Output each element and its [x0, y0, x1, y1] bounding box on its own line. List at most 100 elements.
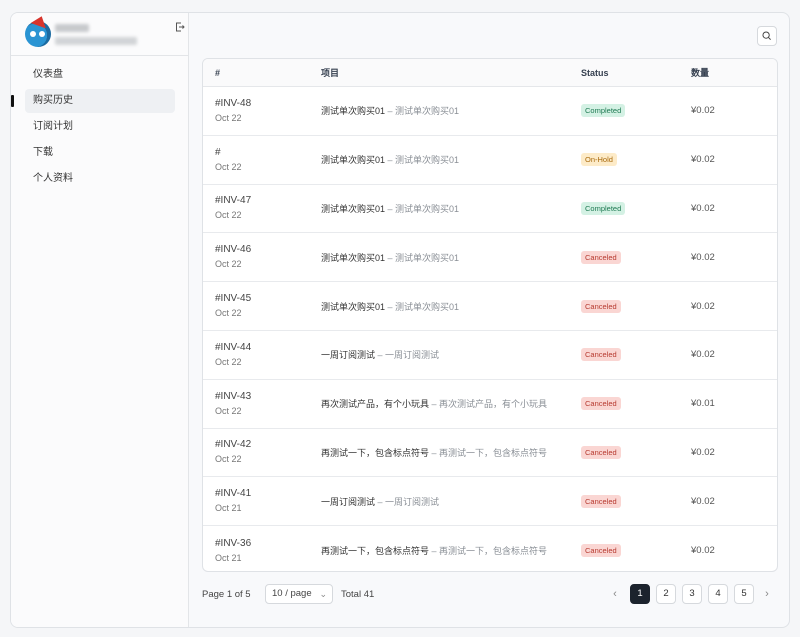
invoice-date: Oct 22 [215, 161, 242, 172]
sidebar-item-profile[interactable]: 个人资料 [25, 167, 175, 191]
table-row[interactable]: #INV-48 Oct 22 测试单次购买01 – 测试单次购买01 Complete… [203, 87, 777, 136]
invoice-number[interactable]: #INV-36 [215, 536, 307, 551]
table-row[interactable]: #INV-44 Oct 22 一周订阅测试 – 一周订阅测试 Canceled ¥0.0… [203, 331, 777, 380]
amount-cell: ¥0.02 [691, 349, 715, 361]
invoice-cell: #INV-43 Oct 22 [203, 389, 307, 419]
status-badge: Canceled [581, 544, 621, 558]
invoice-date: Oct 21 [215, 503, 242, 514]
status-badge: On-Hold [581, 153, 617, 167]
logout-icon[interactable] [175, 22, 185, 32]
avatar[interactable] [25, 13, 51, 47]
invoice-number[interactable]: #INV-48 [215, 96, 307, 111]
invoice-number[interactable]: #INV-41 [215, 486, 307, 501]
chevron-right-icon[interactable]: › [760, 584, 774, 604]
search-button[interactable] [757, 26, 777, 46]
invoice-date: Oct 22 [215, 259, 242, 270]
invoice-number[interactable]: #INV-44 [215, 340, 307, 355]
invoice-date: Oct 22 [215, 308, 242, 319]
status-cell: Completed [581, 201, 691, 215]
invoice-date: Oct 22 [215, 112, 242, 123]
table-body: #INV-48 Oct 22 测试单次购买01 – 测试单次购买01 Complete… [203, 87, 777, 571]
status-badge: Canceled [581, 445, 621, 459]
status-badge: Completed [581, 201, 626, 215]
invoice-number[interactable]: #INV-47 [215, 193, 307, 208]
invoice-date: Oct 22 [215, 356, 242, 367]
item-name: 一周订阅测试 [321, 350, 376, 361]
amount-cell: ¥0.01 [691, 398, 715, 410]
status-cell: Canceled [581, 250, 691, 264]
status-cell: Canceled [581, 299, 691, 313]
avatar-eye [39, 31, 45, 37]
item-name: 测试单次购买01 [321, 106, 386, 117]
table-row[interactable]: #INV-36 Oct 21 再测试一下，包含标点符号 – 再测试一下，包含标点符号… [203, 526, 777, 571]
total-count: Total 41 [341, 589, 375, 600]
table-row[interactable]: # Oct 22 测试单次购买01 – 测试单次购买01 On-Hold ¥0.02 [203, 136, 777, 185]
email-redacted [55, 37, 137, 45]
page-button-2[interactable]: 2 [656, 584, 676, 604]
item-cell: 测试单次购买01 – 测试单次购买01 [307, 104, 581, 117]
invoice-cell: #INV-41 Oct 21 [203, 486, 307, 516]
table-row[interactable]: #INV-45 Oct 22 测试单次购买01 – 测试单次购买01 Canceled… [203, 282, 777, 331]
table-row[interactable]: #INV-47 Oct 22 测试单次购买01 – 测试单次购买01 Complete… [203, 185, 777, 234]
page-button-5[interactable]: 5 [734, 584, 754, 604]
amount-cell: ¥0.02 [691, 545, 715, 557]
invoice-cell: #INV-47 Oct 22 [203, 193, 307, 223]
item-name: 测试单次购买01 [321, 203, 386, 214]
item-cell: 测试单次购买01 – 测试单次购买01 [307, 251, 581, 264]
item-variation: – 一周订阅测试 [375, 496, 440, 507]
item-cell: 一周订阅测试 – 一周订阅测试 [307, 348, 581, 361]
table-row[interactable]: #INV-46 Oct 22 测试单次购买01 – 测试单次购买01 Canceled… [203, 233, 777, 283]
item-name: 再次测试产品，有个小玩具 [321, 399, 430, 410]
per-page-value: 10 / page [272, 588, 312, 599]
per-page-select[interactable]: 10 / page ⌄ [265, 584, 333, 604]
invoice-number[interactable]: #INV-42 [215, 437, 307, 452]
table-row[interactable]: #INV-43 Oct 22 再次测试产品，有个小玩具 – 再次测试产品，有个小玩具… [203, 380, 777, 429]
invoice-date: Oct 21 [215, 552, 242, 563]
user-profile [11, 13, 189, 56]
item-cell: 测试单次购买01 – 测试单次购买01 [307, 202, 581, 215]
item-variation: – 再测试一下，包含标点符号 [429, 546, 548, 557]
page-button-1[interactable]: 1 [630, 584, 650, 604]
invoice-cell: #INV-44 Oct 22 [203, 340, 307, 370]
status-cell: Canceled [581, 445, 691, 459]
chevron-left-icon[interactable]: ‹ [608, 584, 622, 604]
invoice-date: Oct 22 [215, 405, 242, 416]
invoice-number[interactable]: # [215, 145, 307, 160]
item-variation: – 测试单次购买01 [385, 203, 460, 214]
status-cell: Canceled [581, 494, 691, 508]
username-redacted [55, 24, 89, 32]
item-cell: 再次测试产品，有个小玩具 – 再次测试产品，有个小玩具 [307, 397, 581, 410]
item-cell: 测试单次购买01 – 测试单次购买01 [307, 300, 581, 313]
item-name: 测试单次购买01 [321, 252, 386, 263]
item-cell: 一周订阅测试 – 一周订阅测试 [307, 495, 581, 508]
item-variation: – 测试单次购买01 [385, 252, 460, 263]
invoice-cell: #INV-46 Oct 22 [203, 242, 307, 272]
sidebar-item-purchase-history[interactable]: 购买历史 [11, 89, 175, 113]
invoice-date: Oct 22 [215, 210, 242, 221]
chevron-down-icon: ⌄ [319, 589, 327, 599]
header-item: 项目 [321, 68, 340, 78]
invoice-number[interactable]: #INV-45 [215, 291, 307, 306]
amount-cell: ¥0.02 [691, 202, 715, 214]
item-variation: – 测试单次购买01 [385, 106, 460, 117]
sidebar-item-downloads[interactable]: 下载 [25, 141, 175, 165]
sidebar-item-dashboard[interactable]: 仪表盘 [25, 63, 175, 87]
search-icon [762, 31, 771, 40]
amount-cell: ¥0.02 [691, 105, 715, 117]
table-row[interactable]: #INV-42 Oct 22 再测试一下，包含标点符号 – 再测试一下，包含标点符号… [203, 429, 777, 478]
table-row[interactable]: #INV-41 Oct 21 一周订阅测试 – 一周订阅测试 Canceled ¥0.0… [203, 477, 777, 527]
status-badge: Canceled [581, 299, 621, 313]
item-name: 再测试一下，包含标点符号 [321, 546, 430, 557]
invoice-cell: #INV-36 Oct 21 [203, 536, 307, 566]
item-name: 一周订阅测试 [321, 496, 376, 507]
item-variation: – 测试单次购买01 [385, 155, 460, 166]
item-variation: – 测试单次购买01 [385, 301, 460, 312]
page-button-3[interactable]: 3 [682, 584, 702, 604]
invoice-number[interactable]: #INV-46 [215, 242, 307, 257]
page-button-4[interactable]: 4 [708, 584, 728, 604]
amount-cell: ¥0.02 [691, 446, 715, 458]
invoice-number[interactable]: #INV-43 [215, 389, 307, 404]
sidebar-item-subscriptions[interactable]: 订阅计划 [25, 115, 175, 139]
item-name: 再测试一下，包含标点符号 [321, 447, 430, 458]
amount-cell: ¥0.02 [691, 154, 715, 166]
